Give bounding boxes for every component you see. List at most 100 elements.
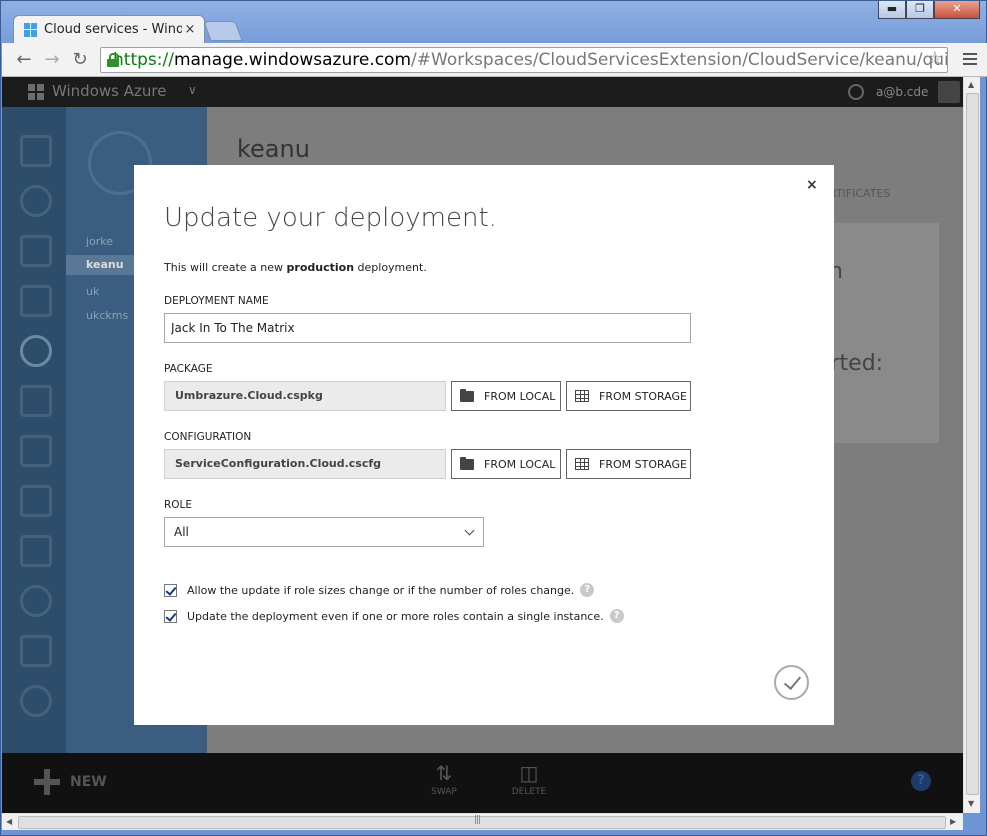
- desc-prefix: This will create a new: [164, 261, 287, 274]
- subnav-item[interactable]: jorke: [86, 235, 113, 248]
- tab-certificates[interactable]: RTIFICATES: [829, 187, 890, 200]
- user-email[interactable]: a@b.cde: [876, 85, 928, 99]
- web-sites-icon[interactable]: [20, 185, 52, 217]
- visual-studio-online-icon[interactable]: [20, 635, 52, 667]
- new-label: NEW: [70, 774, 107, 790]
- forward-button[interactable]: →: [38, 46, 66, 74]
- swap-icon: ⇅: [435, 761, 453, 785]
- tab-close-icon[interactable]: ×: [182, 22, 198, 37]
- dialog-title: Update your deployment.: [164, 203, 497, 233]
- configuration-label: CONFIGURATION: [164, 431, 252, 443]
- mobile-services-icon[interactable]: [20, 285, 52, 317]
- configuration-from-storage-button[interactable]: FROM STORAGE: [566, 449, 691, 479]
- single-instance-label[interactable]: Update the deployment even if one or mor…: [187, 610, 604, 623]
- cache-icon[interactable]: [20, 685, 52, 717]
- role-label: ROLE: [164, 499, 193, 511]
- all-items-icon[interactable]: [20, 135, 52, 167]
- media-services-icon[interactable]: [20, 535, 52, 567]
- update-deployment-dialog: × Update your deployment. This will crea…: [134, 165, 834, 725]
- scroll-right-icon[interactable]: ▶: [950, 817, 956, 826]
- windows-logo-icon: [24, 22, 38, 37]
- window-controls: ▬ ❐ ✕: [878, 1, 980, 19]
- browser-tab[interactable]: Cloud services - Windows Azure ×: [13, 15, 205, 43]
- command-bar: NEW ⇅ SWAP ◫ DELETE ?: [2, 753, 963, 813]
- sql-databases-icon[interactable]: [20, 385, 52, 417]
- avatar[interactable]: [938, 81, 960, 103]
- bookmark-star-icon[interactable]: ☆: [927, 48, 943, 69]
- url-scheme: https://: [113, 50, 174, 70]
- horizontal-scrollbar[interactable]: ◀ ||| ▶: [2, 813, 963, 830]
- hdinsight-icon[interactable]: [20, 485, 52, 517]
- new-tab-button[interactable]: [203, 21, 243, 41]
- chevron-down-icon: [464, 525, 475, 536]
- deployment-name-input[interactable]: [164, 313, 691, 343]
- package-from-storage-button[interactable]: FROM STORAGE: [566, 381, 691, 411]
- address-bar[interactable]: https:// manage.windowsazure.com /#Works…: [100, 47, 948, 73]
- confirm-checkmark-button[interactable]: [774, 665, 809, 700]
- storage-grid-icon: [575, 458, 589, 470]
- url-host: manage.windowsazure.com: [173, 50, 412, 70]
- minimize-button[interactable]: ▬: [878, 1, 906, 19]
- virtual-machines-icon[interactable]: [20, 235, 52, 267]
- scroll-up-icon[interactable]: ▲: [968, 80, 974, 89]
- single-instance-row: Update the deployment even if one or mor…: [164, 609, 624, 623]
- chevron-down-icon[interactable]: ∨: [188, 83, 197, 97]
- help-icon[interactable]: ?: [609, 609, 624, 623]
- help-icon[interactable]: ?: [911, 771, 931, 791]
- maximize-button[interactable]: ❐: [906, 1, 934, 19]
- portal-topbar: Windows Azure ∨ a@b.cde: [2, 77, 963, 107]
- tab-title: Cloud services - Windows Azure: [44, 22, 182, 37]
- from-storage-label: FROM STORAGE: [599, 457, 687, 471]
- plus-icon: [34, 769, 60, 795]
- from-local-label: FROM LOCAL: [484, 457, 556, 471]
- allow-role-size-change-row: Allow the update if role sizes change or…: [164, 583, 595, 597]
- close-window-button[interactable]: ✕: [934, 1, 980, 19]
- folder-icon: [460, 388, 474, 402]
- new-button[interactable]: NEW: [34, 769, 107, 795]
- browser-menu-icon[interactable]: [963, 53, 977, 68]
- cloud-services-icon[interactable]: [20, 335, 52, 367]
- storage-icon[interactable]: [20, 435, 52, 467]
- scroll-left-icon[interactable]: ◀: [6, 817, 12, 826]
- subnav-item[interactable]: uk: [86, 285, 99, 298]
- scroll-thumb[interactable]: [966, 93, 979, 795]
- configuration-field: ServiceConfiguration.Cloud.cscfg: [164, 449, 446, 479]
- dialog-description: This will create a new production deploy…: [164, 261, 427, 274]
- help-icon[interactable]: ?: [580, 583, 595, 597]
- role-selected-value: All: [174, 525, 189, 539]
- reload-button[interactable]: ↻: [66, 46, 94, 74]
- package-label: PACKAGE: [164, 363, 213, 375]
- from-storage-label: FROM STORAGE: [599, 389, 687, 403]
- browser-window: Cloud services - Windows Azure × ▬ ❐ ✕ ←…: [0, 0, 987, 836]
- package-from-local-button[interactable]: FROM LOCAL: [451, 381, 561, 411]
- role-select[interactable]: All: [164, 517, 484, 547]
- globe-icon[interactable]: [848, 84, 864, 100]
- page-title: keanu: [237, 135, 310, 163]
- delete-button[interactable]: ◫ DELETE: [509, 761, 549, 797]
- left-nav: [2, 107, 66, 753]
- allow-role-size-change-checkbox[interactable]: [164, 583, 177, 597]
- storage-grid-icon: [575, 390, 589, 402]
- back-button[interactable]: ←: [10, 46, 38, 74]
- scroll-grip-icon: |||: [474, 815, 481, 825]
- tab-strip: Cloud services - Windows Azure × ▬ ❐ ✕: [1, 1, 987, 43]
- package-field: Umbrazure.Cloud.cspkg: [164, 381, 446, 411]
- delete-label: DELETE: [511, 787, 547, 797]
- folder-icon: [460, 456, 474, 470]
- deployment-name-label: DEPLOYMENT NAME: [164, 295, 269, 307]
- allow-role-size-change-label[interactable]: Allow the update if role sizes change or…: [187, 584, 574, 597]
- portal-brand[interactable]: Windows Azure: [52, 82, 166, 100]
- single-instance-checkbox[interactable]: [164, 609, 177, 623]
- swap-button[interactable]: ⇅ SWAP: [424, 761, 464, 797]
- desc-suffix: deployment.: [354, 261, 427, 274]
- service-bus-icon[interactable]: [20, 585, 52, 617]
- from-local-label: FROM LOCAL: [484, 389, 556, 403]
- vertical-scrollbar[interactable]: ▲ ▼: [963, 77, 980, 813]
- scroll-thumb[interactable]: [18, 816, 946, 829]
- subnav-item[interactable]: ukckms: [86, 309, 128, 322]
- configuration-from-local-button[interactable]: FROM LOCAL: [451, 449, 561, 479]
- desc-bold: production: [286, 261, 355, 274]
- swap-label: SWAP: [431, 787, 457, 797]
- scroll-down-icon[interactable]: ▼: [968, 799, 974, 808]
- close-icon[interactable]: ×: [806, 177, 818, 193]
